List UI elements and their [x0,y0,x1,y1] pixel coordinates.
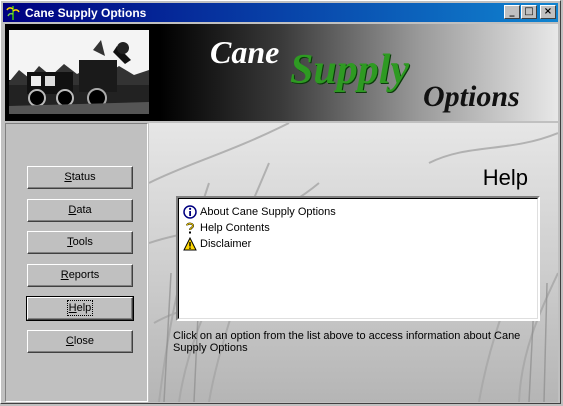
help-button-focus: Help [66,300,94,316]
warning-icon [183,237,197,251]
list-item-help-contents[interactable]: Help Contents [183,220,270,236]
reports-accelerator: R [60,269,69,281]
app-window: Cane Supply Options _ □ × Cane Supply Op… [0,0,561,404]
reports-button[interactable]: Reports [27,264,133,287]
list-item-label: Disclaimer [200,238,252,250]
data-label-rest: ata [76,204,92,216]
help-label-rest: elp [76,302,92,314]
nav-panel: Status Data Tools Reports Help Close [5,123,148,402]
help-button[interactable]: Help [26,296,134,321]
info-icon [183,205,197,219]
instructions-text: Click on an option from the list above t… [173,330,521,354]
title-bar[interactable]: Cane Supply Options _ □ × [3,3,558,22]
tools-label-rest: ools [72,236,93,248]
help-panel: Help About Cane Supply Options Help Cont… [149,123,558,402]
status-label-rest: tatus [71,171,96,183]
close-window-button[interactable]: × [540,5,556,19]
page-title: Help [482,165,528,190]
cane-plant-icon [6,5,20,20]
window-title: Cane Supply Options [25,5,147,20]
question-icon [186,222,195,234]
close-label-rest: lose [73,335,95,347]
help-accelerator: H [68,302,77,314]
close-button[interactable]: Close [27,330,133,353]
data-button[interactable]: Data [27,199,133,222]
list-inner-border: About Cane Supply Options Help Contents [178,198,538,319]
minimize-button[interactable]: _ [504,5,520,19]
maximize-button[interactable]: □ [521,5,537,19]
list-item-about[interactable]: About Cane Supply Options [183,204,336,220]
logo-cane: Cane [210,34,280,70]
close-accelerator: C [65,335,74,347]
status-accelerator: S [64,171,72,183]
status-button[interactable]: Status [27,166,133,189]
harvester-photo [9,30,149,114]
list-item-label: About Cane Supply Options [200,206,336,218]
reports-label-rest: eports [68,269,100,281]
tools-button[interactable]: Tools [27,231,133,254]
header-banner: Cane Supply Options [5,24,558,121]
logo-options: Options [423,80,520,113]
logo-supply: Supply [290,47,410,93]
list-item-disclaimer[interactable]: Disclaimer [183,236,251,252]
help-options-list[interactable]: About Cane Supply Options Help Contents [176,196,540,321]
list-item-label: Help Contents [200,222,270,234]
